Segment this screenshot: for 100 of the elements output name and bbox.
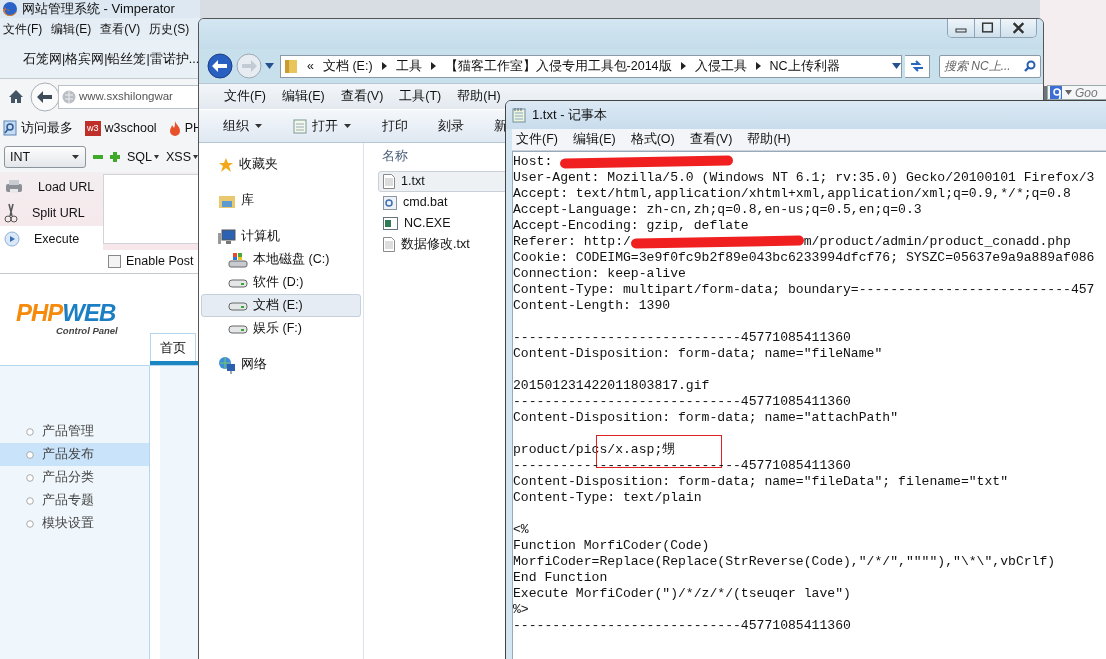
menu-item[interactable]: 历史(S)	[149, 20, 190, 38]
drive-icon	[228, 277, 248, 288]
text-line: Function MorfiCoder(Code)	[513, 538, 710, 553]
overflow-chevron[interactable]: «	[307, 56, 314, 76]
refresh-button[interactable]	[905, 54, 930, 78]
column-header[interactable]: 名称	[378, 149, 408, 163]
caret-icon	[154, 155, 159, 159]
breadcrumb-item[interactable]: 入侵工具	[694, 56, 747, 76]
toolbar-button[interactable]: 刻录	[438, 116, 464, 136]
breadcrumb-item[interactable]: 文档 (E:)	[322, 56, 373, 76]
nav-item[interactable]: 文档 (E:)	[201, 294, 361, 317]
nav-item[interactable]: 计算机	[201, 225, 361, 248]
maximize-button[interactable]	[974, 19, 1000, 37]
menu-item[interactable]: 编辑(E)	[51, 20, 92, 38]
action-link[interactable]: Load URL	[38, 177, 95, 197]
sidebar-item[interactable]: 产品发布	[0, 443, 149, 466]
google-icon	[1050, 86, 1062, 99]
menu-item[interactable]: 查看(V)	[100, 20, 141, 38]
nav-item[interactable]: 本地磁盘 (C:)	[201, 248, 361, 271]
action-link[interactable]: Split URL	[32, 203, 85, 223]
text-line: Content-Type: multipart/form-data; boundary=---------------------------457	[513, 282, 1095, 297]
toolbar-button[interactable]: 组织	[223, 116, 263, 136]
menu-item[interactable]: 帮助(H)	[457, 87, 501, 106]
chevron-icon[interactable]	[755, 62, 761, 70]
menu-button[interactable]: SQL	[127, 147, 159, 167]
file-item[interactable]: NC.EXE	[378, 213, 508, 234]
select-field[interactable]: INT	[4, 146, 86, 168]
breadcrumb-item[interactable]: 工具	[395, 56, 422, 76]
menu-item[interactable]: 文件(F)	[3, 20, 43, 38]
menu-item[interactable]: 文件(F)	[516, 130, 558, 149]
toolbar-button[interactable]: 新	[494, 116, 507, 136]
breadcrumb-item[interactable]: NC上传利器	[769, 56, 840, 76]
menu-item[interactable]: 格式(O)	[630, 130, 675, 149]
minus-icon[interactable]	[93, 152, 103, 162]
chevron-icon[interactable]	[381, 62, 387, 70]
text-line: Cookie: CODEIMG=3e9f0fc9b2f89e043bc6233994dfcf76; SYSZC=05637e9a9a889af086	[513, 250, 1095, 265]
sidebar-item[interactable]: 产品分类	[0, 466, 149, 489]
search-field[interactable]: 搜索 NC上...	[939, 54, 1041, 78]
sidebar-item[interactable]: 模块设置	[0, 512, 149, 535]
tab[interactable]: 首页	[150, 333, 196, 361]
text-line: <%	[513, 522, 529, 537]
chevron-icon[interactable]	[430, 62, 436, 70]
drive-icon	[228, 300, 248, 311]
text-line: Content-Disposition: form-data; name="fileData"; filename="txt"	[513, 474, 1009, 489]
nav-item[interactable]: 网络	[201, 353, 361, 376]
file-item[interactable]: 1.txt	[378, 171, 508, 192]
plus-icon[interactable]	[110, 152, 120, 162]
sidebar-item[interactable]: 产品专题	[0, 489, 149, 512]
bullet-icon	[26, 473, 34, 482]
toolbar-button[interactable]: 打印	[382, 116, 408, 136]
menu-item[interactable]: 帮助(H)	[747, 130, 791, 149]
url-field[interactable]: www.sxshilongwar	[58, 84, 200, 109]
caret-icon	[193, 155, 199, 159]
logo-text: PHPWEB	[16, 302, 117, 324]
close-button[interactable]	[1000, 19, 1036, 37]
nav-item[interactable]: 娱乐 (F:)	[201, 317, 361, 340]
dropdown-caret-icon[interactable]	[892, 63, 901, 69]
menu-item[interactable]: 查看(V)	[340, 87, 384, 106]
home-icon[interactable]	[8, 89, 24, 104]
bookmark-link[interactable]: w3school	[104, 118, 157, 138]
text-line: MorfiCoder=Replace(Replace(StrReverse(Code),"/*/",""""),"\*\",vbCrlf)	[513, 554, 1056, 569]
folder-icon	[284, 58, 298, 74]
nav-item[interactable]: 库	[201, 189, 361, 212]
menu-button[interactable]: XSS	[166, 147, 199, 167]
bullet-icon	[26, 450, 34, 459]
search-placeholder: 搜索 NC上...	[944, 58, 1011, 75]
sidebar-item[interactable]: 产品管理	[0, 420, 149, 443]
back-button[interactable]	[207, 53, 233, 79]
file-item[interactable]: 数据修改.txt	[378, 234, 508, 255]
menu-item[interactable]: 编辑(E)	[281, 87, 325, 106]
nav-item[interactable]: 软件 (D:)	[201, 271, 361, 294]
chevron-icon[interactable]	[680, 62, 686, 70]
toolbar-button[interactable]: 打开	[293, 116, 352, 136]
network-icon	[218, 355, 236, 374]
text-line: Accept-Encoding: gzip, deflate	[513, 218, 749, 233]
browser-logo-icon	[2, 1, 18, 17]
menu-item[interactable]: 查看(V)	[689, 130, 733, 149]
text-line: Referer: http:/ m/product/admin/product_conadd.php	[513, 234, 1071, 249]
w3-icon: w3	[85, 120, 101, 136]
checkbox[interactable]	[108, 255, 121, 268]
file-item[interactable]: cmd.bat	[378, 192, 508, 213]
search-icon	[1024, 60, 1036, 72]
scissors-icon	[4, 203, 18, 223]
window-title: 网站管理系统 - Vimperator	[22, 0, 175, 19]
menu-item[interactable]: 工具(T)	[399, 87, 442, 106]
text-file-icon	[383, 237, 395, 252]
caret-icon	[343, 123, 352, 129]
caret-icon[interactable]	[265, 63, 274, 69]
address-bar[interactable]: « 文档 (E:) 工具 【猫客工作室】入侵专用工具包-2014版 入侵工具 NC上传利器	[280, 54, 902, 78]
text-file-icon	[383, 174, 395, 189]
bookmark-link[interactable]: 访问最多	[21, 118, 73, 138]
menu-item[interactable]: 文件(F)	[224, 87, 266, 106]
windows-drive-icon	[228, 251, 248, 268]
search-field[interactable]: Goo	[1047, 85, 1106, 100]
menu-item[interactable]: 编辑(E)	[572, 130, 616, 149]
text-line: Accept: text/html,application/xhtml+xml,application/xml;q=0.9,*/*;q=0.8	[513, 186, 1071, 201]
notepad-icon	[512, 107, 526, 123]
nav-item[interactable]: 收藏夹	[201, 153, 361, 176]
breadcrumb-item[interactable]: 【猫客工作室】入侵专用工具包-2014版	[444, 56, 672, 76]
text-line: -----------------------------45771085411360	[513, 618, 851, 633]
